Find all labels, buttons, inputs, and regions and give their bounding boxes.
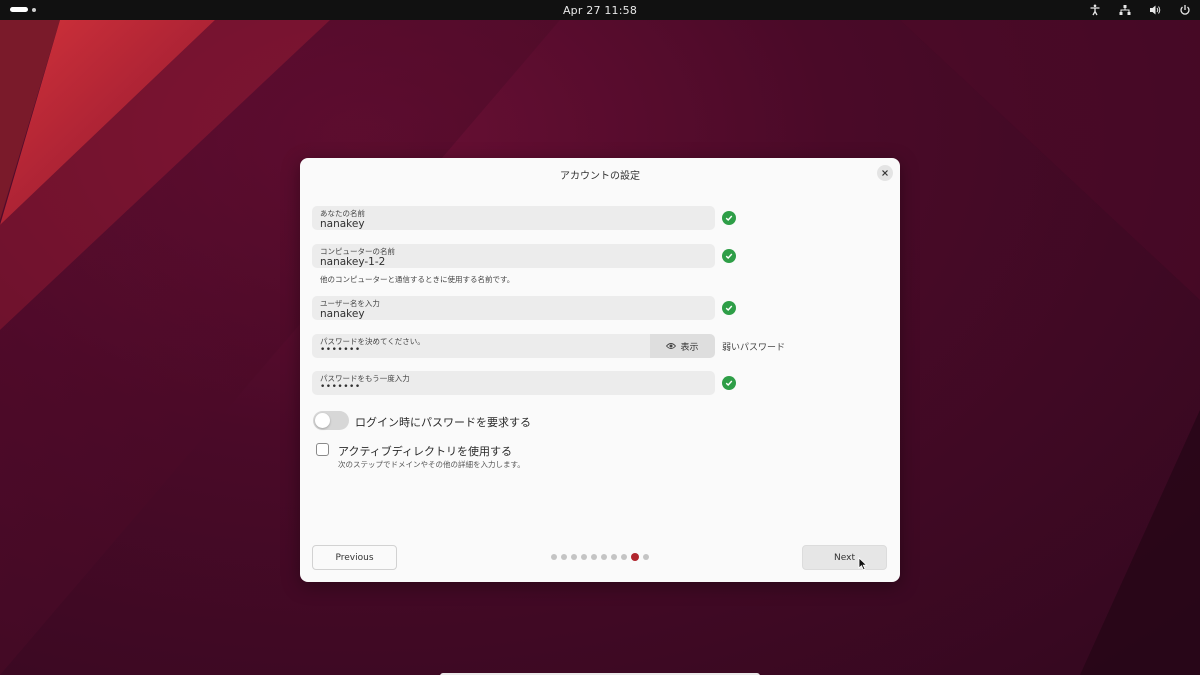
system-tray[interactable]	[1088, 3, 1192, 17]
progress-dot	[591, 554, 597, 560]
mouse-cursor-icon	[858, 557, 868, 571]
show-password-label: 表示	[680, 342, 699, 353]
username-field[interactable]: ユーザー名を入力 nanakey	[312, 296, 715, 320]
progress-dot	[581, 554, 587, 560]
clock[interactable]: Apr 27 11:58	[0, 4, 1200, 17]
network-icon[interactable]	[1118, 3, 1132, 17]
progress-dot	[621, 554, 627, 560]
progress-dot-active	[631, 553, 639, 561]
username-value: nanakey	[320, 308, 365, 320]
active-directory-hint: 次のステップでドメインやその他の詳細を入力します。	[338, 460, 525, 469]
progress-dot	[643, 554, 649, 560]
confirm-password-value: •••••••	[320, 382, 361, 392]
confirm-password-valid-check-icon	[722, 376, 736, 390]
password-strength-label: 弱いパスワード	[722, 343, 786, 353]
username-valid-check-icon	[722, 301, 736, 315]
dialog-title: アカウントの設定	[560, 171, 640, 182]
close-button[interactable]	[877, 165, 893, 181]
previous-button[interactable]: Previous	[312, 545, 397, 570]
toggle-knob	[315, 413, 330, 428]
close-icon	[882, 170, 888, 176]
progress-dot	[561, 554, 567, 560]
progress-dot	[551, 554, 557, 560]
computer-name-value: nanakey-1-2	[320, 256, 386, 268]
name-field[interactable]: あなたの名前 nanakey	[312, 206, 715, 230]
require-password-label: ログイン時にパスワードを要求する	[355, 416, 531, 429]
name-valid-check-icon	[722, 211, 736, 225]
computer-name-valid-check-icon	[722, 249, 736, 263]
confirm-password-field[interactable]: パスワードをもう一度入力 •••••••	[312, 371, 715, 395]
require-password-toggle[interactable]	[313, 411, 349, 430]
next-button[interactable]: Next	[802, 545, 887, 570]
progress-dot	[611, 554, 617, 560]
show-password-button[interactable]: 表示	[650, 334, 715, 358]
password-value: •••••••	[320, 345, 361, 355]
active-directory-checkbox[interactable]	[316, 443, 329, 456]
progress-dots	[551, 553, 649, 561]
password-field[interactable]: パスワードを決めてください。 •••••••	[312, 334, 650, 358]
progress-dot	[601, 554, 607, 560]
eye-icon	[666, 343, 677, 349]
progress-dot	[571, 554, 577, 560]
accessibility-icon[interactable]	[1088, 3, 1102, 17]
active-directory-label: アクティブディレクトリを使用する	[338, 445, 513, 458]
computer-name-hint: 他のコンピューターと通信するときに使用する名前です。	[320, 275, 515, 284]
account-setup-dialog: アカウントの設定 あなたの名前 nanakey コンピューターの名前 nanak…	[300, 158, 900, 582]
computer-name-field[interactable]: コンピューターの名前 nanakey-1-2	[312, 244, 715, 268]
power-icon[interactable]	[1178, 3, 1192, 17]
top-bar: Apr 27 11:58	[0, 0, 1200, 20]
volume-icon[interactable]	[1148, 3, 1162, 17]
name-value: nanakey	[320, 218, 365, 230]
